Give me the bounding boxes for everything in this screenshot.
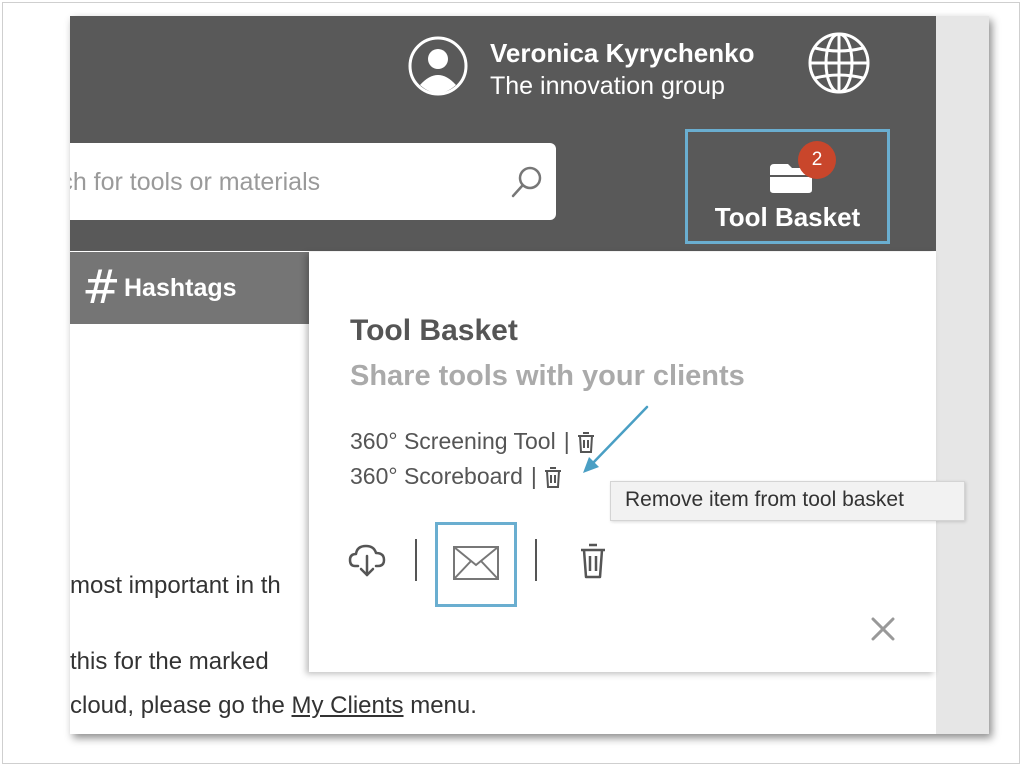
- tab-hashtags[interactable]: # Hashtags: [70, 252, 310, 324]
- basket-item-name: 360° Screening Tool: [350, 428, 556, 454]
- close-icon[interactable]: [869, 615, 897, 643]
- search-icon[interactable]: [510, 165, 544, 199]
- divider: [535, 539, 537, 581]
- content-text: menu.: [403, 692, 477, 719]
- right-gutter: [936, 16, 989, 734]
- basket-item: 360° Scoreboard |: [350, 463, 563, 490]
- globe-icon[interactable]: [807, 31, 871, 95]
- user-avatar-icon[interactable]: [407, 35, 469, 97]
- basket-item: 360° Screening Tool |: [350, 428, 596, 455]
- divider: [415, 539, 417, 581]
- search-input[interactable]: [70, 143, 494, 220]
- screenshot-frame: Veronica Kyrychenko The innovation group: [2, 2, 1020, 764]
- tooltip: Remove item from tool basket: [610, 481, 965, 521]
- organization-name: The innovation group: [490, 72, 725, 100]
- popup-subtitle: Share tools with your clients: [350, 360, 745, 392]
- search-box: [70, 143, 556, 220]
- content-text-line: cloud, please go the My Clients menu.: [70, 692, 477, 720]
- content-text-line: most important in th: [70, 572, 281, 599]
- basket-count-badge: 2: [798, 141, 836, 179]
- tool-basket-button[interactable]: 2 Tool Basket: [685, 129, 890, 244]
- app-window: Veronica Kyrychenko The innovation group: [70, 16, 989, 734]
- basket-item-separator: |: [563, 428, 570, 454]
- remove-item-trash-icon[interactable]: [543, 465, 563, 489]
- trash-icon[interactable]: [579, 542, 607, 580]
- tool-basket-popup: Tool Basket Share tools with your client…: [309, 252, 936, 672]
- content-text: cloud, please go the: [70, 692, 292, 719]
- user-name: Veronica Kyrychenko: [490, 38, 755, 68]
- header-bar: Veronica Kyrychenko The innovation group: [70, 16, 936, 251]
- tool-basket-label: Tool Basket: [714, 202, 861, 232]
- basket-item-name: 360° Scoreboard: [350, 463, 523, 489]
- email-icon: [453, 546, 499, 580]
- download-icon[interactable]: [348, 542, 388, 578]
- popup-title: Tool Basket: [350, 314, 518, 347]
- hash-icon: #: [82, 260, 121, 314]
- my-clients-link[interactable]: My Clients: [292, 692, 404, 719]
- email-button[interactable]: [435, 522, 517, 607]
- content-text-line: this for the marked: [70, 648, 269, 675]
- annotation-arrow: [583, 405, 649, 473]
- hashtags-label: Hashtags: [124, 274, 237, 302]
- basket-item-separator: |: [530, 463, 537, 489]
